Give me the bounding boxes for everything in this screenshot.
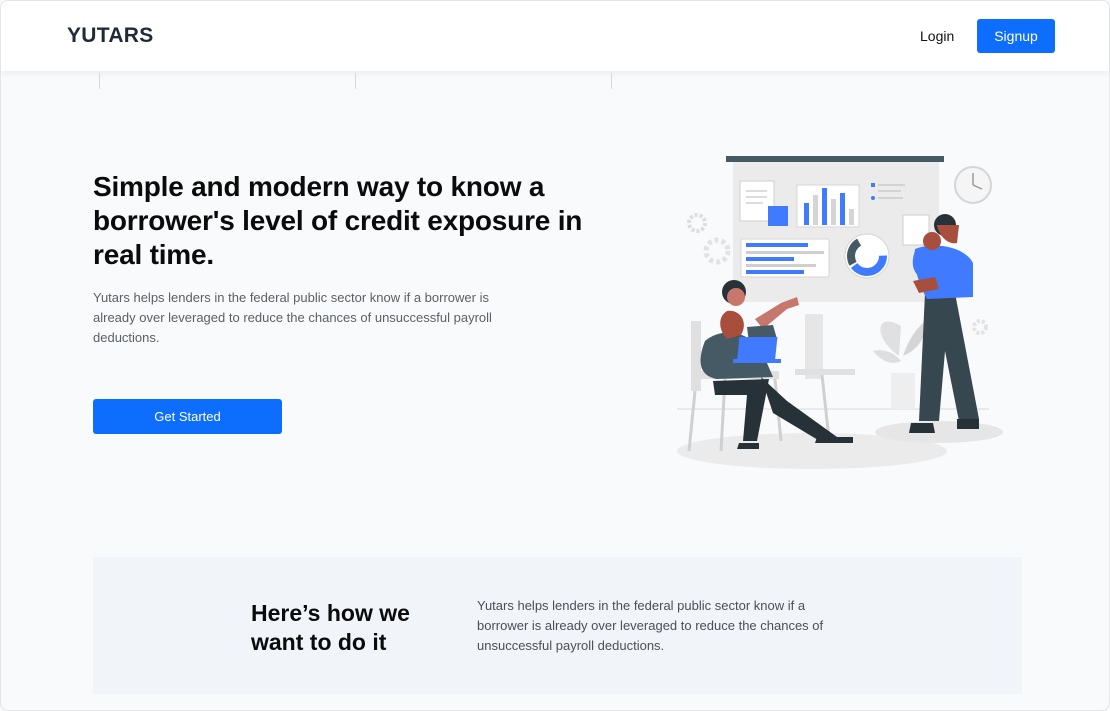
section-description: Yutars helps lenders in the federal publ… bbox=[477, 598, 824, 653]
hero-title: Simple and modern way to know a borrower… bbox=[93, 171, 583, 270]
how-we-do-it-section: Here’s how we want to do it Yutars helps… bbox=[93, 557, 1022, 694]
section-title: Here’s how we want to do it bbox=[251, 600, 410, 655]
divider-mark bbox=[355, 73, 356, 89]
brand-logo[interactable]: YUTARS bbox=[67, 24, 154, 48]
login-link[interactable]: Login bbox=[920, 28, 954, 44]
signup-button[interactable]: Signup bbox=[977, 19, 1055, 53]
navbar: YUTARS Login Signup bbox=[1, 1, 1109, 71]
get-started-button[interactable]: Get Started bbox=[93, 399, 282, 434]
credit-analysis-illustration bbox=[677, 156, 1003, 469]
divider-mark bbox=[99, 73, 100, 89]
hero-description: Yutars helps lenders in the federal publ… bbox=[93, 290, 492, 345]
divider-mark bbox=[611, 73, 612, 89]
page-frame: YUTARS Login Signup Simple and modern wa… bbox=[0, 0, 1110, 711]
